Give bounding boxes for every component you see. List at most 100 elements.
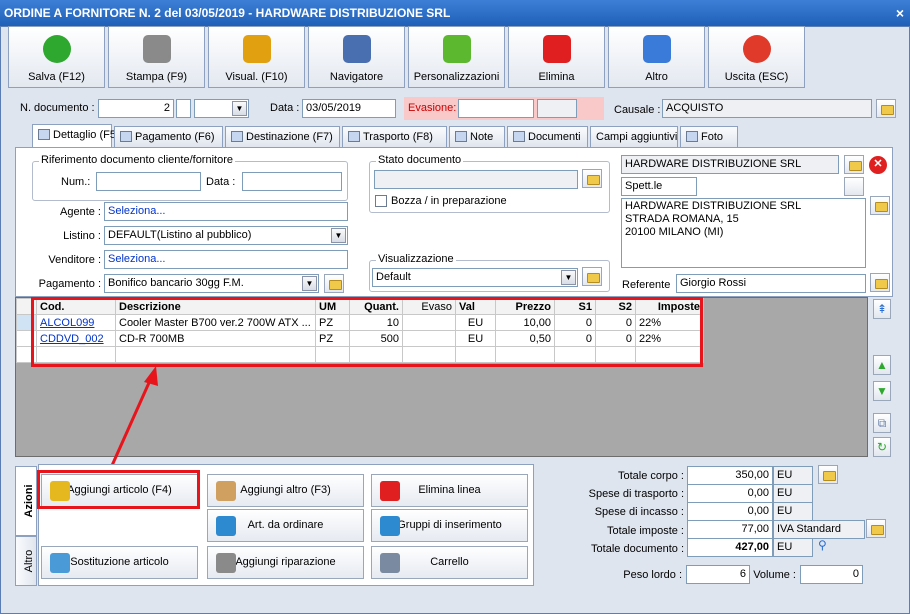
address-folder-icon[interactable] xyxy=(870,196,890,215)
totale-imposte-label: Totale imposte : xyxy=(606,525,684,537)
spese-trasporto-currency[interactable]: EU xyxy=(773,484,813,503)
move-down-icon[interactable]: ▼ xyxy=(873,381,891,401)
pagamento-label: Pagamento : xyxy=(38,278,101,290)
evasione-input[interactable] xyxy=(458,99,534,118)
copy-icon[interactable]: ⧉ xyxy=(873,413,891,433)
action-button-2[interactable]: Elimina linea xyxy=(371,474,528,507)
repair-icon xyxy=(216,553,236,573)
iva-standard-field[interactable]: IVA Standard xyxy=(773,520,865,539)
tab-icon xyxy=(513,131,525,142)
pagamento-folder-icon[interactable] xyxy=(324,274,344,293)
tab-7[interactable]: Foto xyxy=(680,126,738,147)
add-other-icon xyxy=(216,481,236,501)
referente-input[interactable]: Giorgio Rossi xyxy=(676,274,866,293)
causale-folder-icon[interactable] xyxy=(876,99,896,118)
action-button-6[interactable]: Aggiungi riparazione xyxy=(207,546,364,579)
visualizzazione-select[interactable]: Default ▼ xyxy=(372,268,578,287)
ndoc-series-select[interactable]: ▼ xyxy=(194,99,249,118)
toolbar-button-0[interactable]: Salva (F12) xyxy=(8,26,105,88)
fornitore-name-input[interactable]: HARDWARE DISTRIBUZIONE SRL xyxy=(621,155,839,174)
tab-3[interactable]: Trasporto (F8) xyxy=(342,126,447,147)
move-up-icon[interactable]: ▲ xyxy=(873,355,891,375)
rif-data-input[interactable] xyxy=(242,172,342,191)
referente-label: Referente xyxy=(622,279,671,291)
visualizzazione-value: Default xyxy=(376,271,411,283)
stato-documento-input[interactable] xyxy=(374,170,578,189)
magic-wand-icon xyxy=(242,35,271,63)
toolbar-button-label: Stampa (F9) xyxy=(125,71,188,83)
window-close-icon[interactable]: × xyxy=(896,0,904,26)
bozza-checkbox[interactable] xyxy=(375,195,387,207)
scroll-top-icon[interactable]: ⇞ xyxy=(873,299,891,319)
num-input[interactable] xyxy=(96,172,201,191)
toolbar-button-label: Personalizzazioni xyxy=(413,71,500,83)
causale-input[interactable]: ACQUISTO xyxy=(662,99,872,118)
puzzle-icon xyxy=(442,35,471,63)
action-button-7[interactable]: Carrello xyxy=(371,546,528,579)
ndoc-label: N. documento : xyxy=(20,102,95,114)
fornitore-folder-icon[interactable] xyxy=(844,155,864,174)
replace-article-icon xyxy=(50,553,70,573)
tab-altro[interactable]: Altro xyxy=(15,536,37,586)
address-book-icon[interactable] xyxy=(844,177,864,196)
volume-input[interactable]: 0 xyxy=(800,565,863,584)
referente-folder-icon[interactable] xyxy=(870,273,890,292)
ndoc-input[interactable]: 2 xyxy=(98,99,174,118)
tab-label: Note xyxy=(470,131,494,143)
totale-corpo-input[interactable]: 350,00 xyxy=(687,466,773,485)
totale-corpo-currency[interactable]: EU xyxy=(773,466,813,485)
action-button-4[interactable]: Gruppi di inserimento xyxy=(371,509,528,542)
tab-2[interactable]: Destinazione (F7) xyxy=(225,126,340,147)
toolbar-button-2[interactable]: Visual. (F10) xyxy=(208,26,305,88)
peso-lordo-label: Peso lordo : xyxy=(623,569,682,581)
tab-0[interactable]: Dettaglio (F5) xyxy=(32,124,120,147)
totale-corpo-label: Totale corpo : xyxy=(617,470,684,482)
spese-incasso-input[interactable]: 0,00 xyxy=(687,502,773,521)
address-textarea[interactable]: HARDWARE DISTRIBUZIONE SRL STRADA ROMANA… xyxy=(621,198,866,268)
refresh-icon[interactable]: ↻ xyxy=(873,437,891,457)
toolbar-button-1[interactable]: Stampa (F9) xyxy=(108,26,205,88)
address-line: 20100 MILANO (MI) xyxy=(625,226,724,238)
visualizzazione-folder-icon[interactable] xyxy=(582,267,602,286)
spese-trasporto-input[interactable]: 0,00 xyxy=(687,484,773,503)
evasione-extra-input[interactable] xyxy=(537,99,577,118)
action-button-label: Elimina linea xyxy=(418,484,481,496)
tab-azioni[interactable]: Azioni xyxy=(15,466,37,536)
delete-line-icon xyxy=(380,481,400,501)
venditore-label: Venditore : xyxy=(48,254,101,266)
toolbar-button-label: Uscita (ESC) xyxy=(724,71,789,83)
spett-input[interactable]: Spett.le xyxy=(621,177,697,196)
tab-5[interactable]: Documenti xyxy=(507,126,588,147)
listino-select[interactable]: DEFAULT(Listino al pubblico) ▼ xyxy=(104,226,348,245)
venditore-input[interactable]: Seleziona... xyxy=(104,250,348,269)
action-button-3[interactable]: Art. da ordinare xyxy=(207,509,364,542)
toolbar-button-4[interactable]: Personalizzazioni xyxy=(408,26,505,88)
tab-icon xyxy=(38,129,50,140)
toolbar-button-5[interactable]: Elimina xyxy=(508,26,605,88)
spese-incasso-currency[interactable]: EU xyxy=(773,502,813,521)
agente-input[interactable]: Seleziona... xyxy=(104,202,348,221)
tab-1[interactable]: Pagamento (F6) xyxy=(114,126,223,147)
ndoc-suffix-input[interactable] xyxy=(176,99,191,118)
pagamento-select[interactable]: Bonifico bancario 30gg F.M. ▼ xyxy=(104,274,319,293)
action-button-5[interactable]: Sostituzione articolo xyxy=(41,546,198,579)
tab-6[interactable]: Campi aggiuntivi xyxy=(590,126,678,147)
fornitore-clear-icon[interactable]: ✕ xyxy=(869,156,887,174)
data-input[interactable]: 03/05/2019 xyxy=(302,99,396,118)
listino-value: DEFAULT(Listino al pubblico) xyxy=(108,229,252,241)
stato-folder-icon[interactable] xyxy=(582,169,602,188)
totale-documento-currency[interactable]: EU xyxy=(773,538,813,557)
toolbar-button-3[interactable]: Navigatore xyxy=(308,26,405,88)
zoom-icon[interactable]: ⚲ xyxy=(818,538,834,554)
toolbar-button-7[interactable]: Uscita (ESC) xyxy=(708,26,805,88)
toolbar-button-6[interactable]: Altro xyxy=(608,26,705,88)
tab-4[interactable]: Note xyxy=(449,126,505,147)
totale-documento-input[interactable]: 427,00 xyxy=(687,538,773,557)
totale-corpo-folder-icon[interactable] xyxy=(818,465,838,484)
imposte-folder-icon[interactable] xyxy=(866,519,886,538)
highlight-arrow xyxy=(108,366,158,471)
totale-imposte-input[interactable]: 77,00 xyxy=(687,520,773,539)
peso-lordo-input[interactable]: 6 xyxy=(686,565,750,584)
action-button-1[interactable]: Aggiungi altro (F3) xyxy=(207,474,364,507)
toolbar-button-label: Salva (F12) xyxy=(28,71,85,83)
